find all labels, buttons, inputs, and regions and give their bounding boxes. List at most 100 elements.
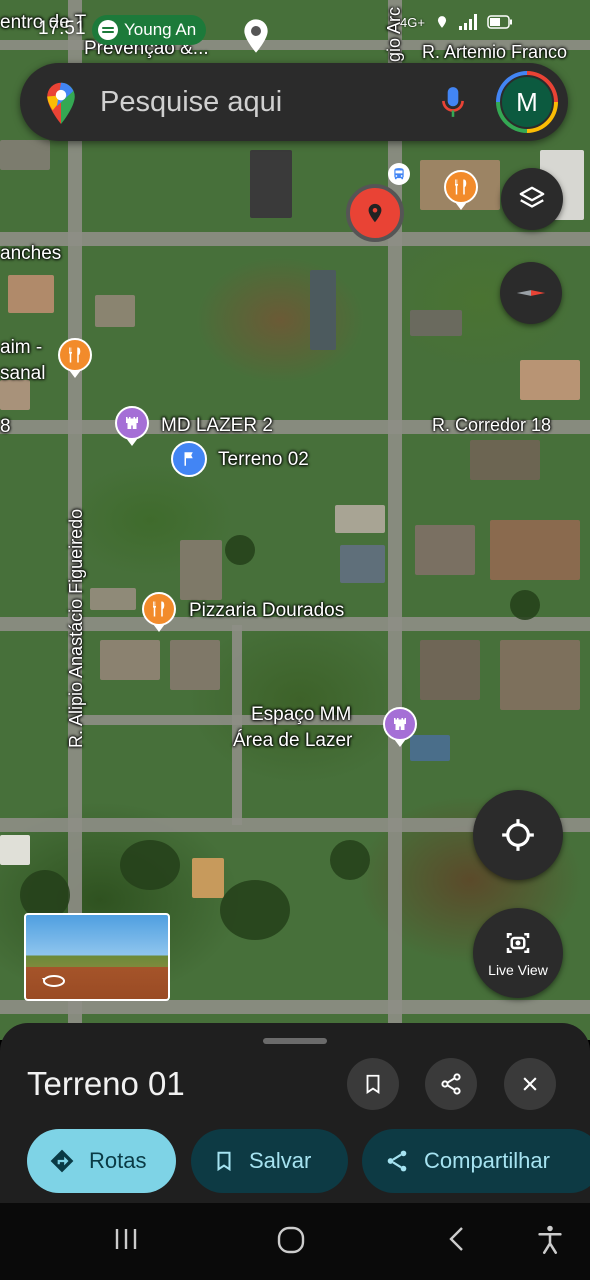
street-view-thumbnail[interactable] — [24, 913, 170, 1001]
place-bottom-sheet[interactable]: Terreno 01 Rotas Salvar Compartilhar — [0, 1023, 590, 1203]
fork-knife-icon — [455, 179, 467, 195]
road — [232, 625, 242, 825]
poi-label-espaco-mm[interactable]: Espaço MM — [251, 704, 351, 726]
compass-button[interactable] — [500, 262, 562, 324]
spotify-icon — [98, 20, 118, 40]
satellite-map[interactable]: entro de T Prevençao &... R. Artemio Fra… — [0, 0, 590, 1040]
battery-icon — [487, 15, 512, 29]
compass-icon — [516, 290, 546, 296]
share-icon-button[interactable] — [425, 1058, 477, 1110]
saved-place-pin[interactable] — [171, 441, 207, 477]
building — [420, 640, 480, 700]
avatar-letter: M — [500, 75, 554, 129]
building — [500, 640, 580, 710]
building — [410, 735, 450, 761]
close-icon — [523, 1077, 537, 1091]
restaurant-pin[interactable] — [444, 170, 478, 204]
building — [250, 150, 292, 218]
poi-label-md-lazer[interactable]: MD LAZER 2 — [161, 415, 273, 437]
home-icon — [277, 1226, 305, 1254]
tree — [330, 840, 370, 880]
leisure-pin[interactable] — [115, 406, 149, 440]
live-view-button[interactable]: Live View — [473, 908, 563, 998]
map-label: 8 — [0, 416, 11, 437]
close-button[interactable] — [504, 1058, 556, 1110]
street-label: R. Artemio Franco — [422, 42, 568, 62]
road — [0, 1000, 590, 1014]
building — [0, 140, 50, 170]
network-type: 4G+ — [400, 14, 425, 30]
building — [490, 520, 580, 580]
building — [310, 270, 336, 350]
live-view-label: Live View — [488, 962, 548, 978]
status-icons: 4G+ — [400, 14, 513, 30]
360-rotate-icon — [42, 975, 65, 987]
recent-apps-button[interactable] — [112, 1225, 140, 1253]
layers-button[interactable] — [501, 168, 563, 230]
recent-apps-icon — [115, 1229, 137, 1249]
accessibility-icon — [538, 1225, 562, 1254]
spotify-track: Young An — [124, 20, 197, 39]
map-label: anches — [0, 243, 62, 264]
share-icon — [441, 1073, 461, 1095]
bookmark-icon — [366, 1074, 380, 1094]
building — [180, 540, 222, 600]
building — [8, 275, 54, 313]
fork-knife-icon — [69, 347, 81, 363]
directions-icon — [50, 1149, 74, 1173]
save-button[interactable]: Salvar — [191, 1129, 348, 1193]
flag-icon — [184, 452, 193, 466]
bus-stop-icon[interactable] — [388, 163, 410, 185]
directions-button[interactable]: Rotas — [27, 1129, 176, 1193]
selected-location-pin[interactable] — [346, 184, 404, 242]
building — [415, 525, 475, 575]
spotify-media-chip[interactable]: Young An — [92, 15, 207, 45]
leisure-pin[interactable] — [383, 707, 417, 741]
poi-label-pizzaria[interactable]: Pizzaria Dourados — [189, 600, 344, 622]
my-location-button[interactable] — [473, 790, 563, 880]
home-button[interactable] — [276, 1225, 306, 1255]
share-button[interactable]: Compartilhar — [362, 1129, 590, 1193]
system-navigation-bar — [0, 1203, 590, 1280]
google-maps-logo-icon — [47, 82, 75, 124]
tree — [225, 535, 255, 565]
building — [170, 640, 220, 690]
layers-icon — [519, 186, 545, 208]
building — [95, 295, 135, 327]
castle-icon — [126, 417, 138, 429]
building — [100, 640, 160, 680]
poi-label-terreno-02[interactable]: Terreno 02 — [218, 449, 309, 471]
building — [335, 505, 385, 533]
building — [470, 440, 540, 480]
tree — [220, 880, 290, 940]
restaurant-pin[interactable] — [142, 592, 176, 626]
share-icon — [387, 1150, 407, 1172]
back-button[interactable] — [444, 1225, 470, 1253]
camera-icon — [506, 933, 530, 953]
bookmark-button[interactable] — [347, 1058, 399, 1110]
location-pin-icon — [244, 19, 268, 53]
building — [520, 360, 580, 400]
street-label: R. Alipio Anastácio Figueiredo — [66, 508, 86, 748]
search-bar[interactable]: Pesquise aqui M — [20, 63, 568, 141]
poi-label-espaco-mm[interactable]: Área de Lazer — [233, 730, 352, 752]
tree — [120, 840, 180, 890]
road — [0, 232, 590, 246]
road — [388, 0, 402, 1040]
building — [410, 310, 462, 336]
map-label: sanal — [0, 363, 46, 384]
place-title: Terreno 01 — [27, 1065, 185, 1102]
search-input[interactable]: Pesquise aqui — [100, 86, 440, 119]
building — [192, 858, 224, 898]
map-label: aim - — [0, 337, 43, 358]
fork-knife-icon — [153, 601, 165, 617]
drag-handle[interactable] — [263, 1038, 327, 1044]
account-avatar[interactable]: M — [496, 71, 558, 133]
restaurant-pin[interactable] — [58, 338, 92, 372]
accessibility-button[interactable] — [536, 1225, 564, 1255]
tree — [510, 590, 540, 620]
microphone-icon[interactable] — [440, 85, 466, 119]
building — [340, 545, 385, 583]
status-time: 17:51 — [38, 18, 86, 39]
back-icon — [449, 1227, 463, 1251]
